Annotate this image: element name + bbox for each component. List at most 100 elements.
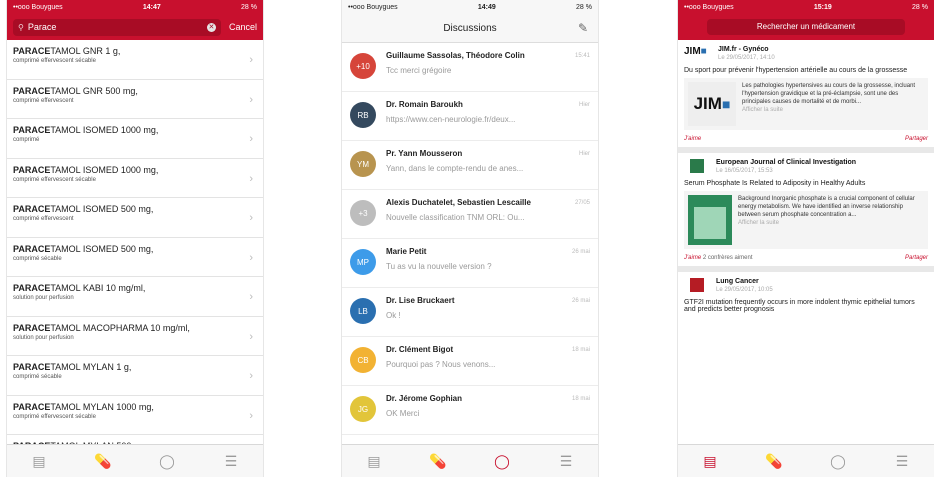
- drug-name-match: PARACE: [13, 362, 51, 372]
- card-date: Le 16/05/2017, 15:53: [716, 168, 773, 174]
- share-button[interactable]: Partager: [905, 255, 928, 261]
- card-source: European Journal of Clinical Investigati…: [716, 159, 857, 166]
- card-date: Le 29/05/2017, 14:10: [718, 55, 775, 61]
- show-more-link[interactable]: Afficher la suite: [738, 220, 779, 226]
- drug-result-row[interactable]: PARACETAMOL MYLAN 1000 mg, comprimé effer…: [7, 396, 263, 435]
- drug-name-match: PARACE: [13, 283, 51, 293]
- drug-name: PARACETAMOL ISOMED 500 mg,: [13, 204, 241, 214]
- card-source: Lung Cancer: [716, 278, 759, 285]
- conversation-time: 18 mai: [571, 396, 590, 402]
- card-source: JIM.fr - Gynéco: [718, 46, 769, 53]
- medication-icon[interactable]: 💊: [759, 453, 789, 470]
- card-date: Le 29/05/2017, 10:05: [716, 287, 773, 293]
- menu-icon[interactable]: ☰: [551, 453, 581, 470]
- conversation-preview: Tcc merci grégoire: [386, 66, 452, 75]
- conversation-row[interactable]: CB Dr. Clément Bigot Pourquoi pas ? Nous v…: [342, 337, 598, 386]
- clear-icon[interactable]: ✕: [206, 22, 216, 32]
- search-bar: Rechercher un médicament: [678, 14, 934, 40]
- drug-name: PARACETAMOL ISOMED 1000 mg,: [13, 165, 241, 175]
- compose-icon[interactable]: ✎: [578, 21, 588, 35]
- conversation-row[interactable]: JG Dr. Jérome Gophian OK Merci 18 mai: [342, 386, 598, 435]
- drug-result-row[interactable]: PARACETAMOL KABI 10 mg/ml, solution pour …: [7, 277, 263, 317]
- drug-name-rest: TAMOL MYLAN 1 g,: [50, 362, 132, 372]
- jim-logo: JIM■: [684, 46, 707, 57]
- conversation-time: 26 mai: [571, 249, 590, 255]
- drug-result-row[interactable]: PARACETAMOL ISOMED 500 mg, comprimé effer…: [7, 198, 263, 238]
- drug-name-match: PARACE: [13, 46, 51, 56]
- conversation-preview: https://www.cen-neurologie.fr/deux...: [386, 115, 516, 124]
- news-icon[interactable]: ▤: [359, 453, 389, 470]
- show-more-link[interactable]: Afficher la suite: [742, 107, 783, 113]
- news-card[interactable]: Lung Cancer Le 29/05/2017, 10:05 GTF2I m…: [678, 272, 934, 313]
- conversation-time: Hier: [578, 151, 590, 157]
- conversation-name: Dr. Clément Bigot: [386, 345, 454, 354]
- news-card[interactable]: European Journal of Clinical Investigati…: [678, 153, 934, 272]
- conversation-row[interactable]: YM Pr. Yann Mousseron Yann, dans le compte…: [342, 141, 598, 190]
- chat-icon[interactable]: ◯: [823, 453, 853, 470]
- chevron-right-icon: ›: [249, 370, 253, 382]
- chat-icon[interactable]: ◯: [152, 453, 182, 470]
- tab-bar: ▤ 💊 ◯ ☰: [678, 444, 934, 477]
- conversation-preview: Pourquoi pas ? Nous venons...: [386, 360, 496, 369]
- card-summary: Les pathologies hypertensives au cours d…: [742, 83, 916, 105]
- news-icon[interactable]: ▤: [695, 453, 725, 470]
- likes-count: 2 confrères aiment: [702, 255, 753, 261]
- conversation-time: 18 mai: [571, 347, 590, 353]
- drug-name-match: PARACE: [13, 204, 51, 214]
- conversation-name: Dr. Jérome Gophian: [386, 394, 463, 403]
- drug-name-rest: TAMOL ISOMED 1000 mg,: [50, 164, 159, 175]
- drug-name-rest: TAMOL GNR 1 g,: [50, 46, 121, 56]
- conversation-preview: Yann, dans le compte-rendu de anes...: [386, 164, 524, 173]
- avatar: RB: [350, 102, 376, 128]
- conversation-row[interactable]: +10 Guillaume Sassolas, Théodore Colin Tcc…: [342, 43, 598, 92]
- carrier: ••ooo Bouygues: [13, 3, 63, 11]
- drug-result-row[interactable]: PARACETAMOL ISOMED 500 mg, comprimé sécab…: [7, 238, 263, 277]
- chevron-right-icon: ›: [249, 54, 253, 66]
- drug-result-row[interactable]: PARACETAMOL MACOPHARMA 10 mg/ml, solution…: [7, 317, 263, 356]
- drug-form: comprimé sécable: [13, 255, 62, 262]
- news-icon[interactable]: ▤: [24, 453, 54, 470]
- drug-result-row[interactable]: PARACETAMOL GNR 1 g, comprimé effervescen…: [7, 40, 263, 80]
- drug-result-row[interactable]: PARACETAMOL ISOMED 1000 mg, comprimé ›: [7, 119, 263, 159]
- chevron-right-icon: ›: [249, 172, 253, 185]
- drug-result-row[interactable]: PARACETAMOL ISOMED 1000 mg, comprimé effe…: [7, 159, 263, 198]
- avatar: CB: [350, 347, 376, 373]
- search-input[interactable]: ⚲ Parace ✕: [13, 18, 221, 36]
- nav-bar: Discussions ✎: [342, 14, 598, 43]
- drug-form: comprimé effervescent: [13, 216, 74, 222]
- drug-name-match: PARACE: [13, 401, 51, 412]
- avatar: YM: [350, 151, 376, 177]
- carrier: ••ooo Bouygues: [348, 3, 398, 11]
- drug-form: comprimé: [13, 137, 40, 143]
- news-card[interactable]: JIM■ JIM.fr - Gynéco Le 29/05/2017, 14:1…: [678, 40, 934, 153]
- conversation-time: 27/05: [574, 200, 590, 206]
- status-bar: ••ooo Bouygues 14:49 28 %: [342, 0, 598, 14]
- share-button[interactable]: Partager: [905, 136, 928, 142]
- drug-form: solution pour perfusion: [13, 334, 74, 341]
- conversation-preview: Tu as vu la nouvelle version ?: [386, 262, 492, 271]
- drug-name-match: PARACE: [13, 125, 51, 135]
- drug-result-row[interactable]: PARACETAMOL GNR 500 mg, comprimé efferves…: [7, 80, 263, 119]
- drug-name: PARACETAMOL MYLAN 1000 mg,: [13, 402, 241, 412]
- conversation-name: Dr. Lise Bruckaert: [386, 296, 455, 305]
- menu-icon[interactable]: ☰: [216, 453, 246, 470]
- conversation-row[interactable]: RB Dr. Romain Baroukh https://www.cen-neur…: [342, 92, 598, 141]
- cancel-button[interactable]: Cancel: [229, 22, 257, 32]
- drug-form: solution pour perfusion: [13, 295, 74, 301]
- medication-icon[interactable]: 💊: [88, 453, 118, 470]
- conversation-preview: Nouvelle classification TNM ORL: Ou...: [386, 213, 525, 222]
- chat-icon[interactable]: ◯: [487, 453, 517, 470]
- conversation-row[interactable]: LB Dr. Lise Bruckaert Ok ! 26 mai: [342, 288, 598, 337]
- battery: 28 %: [912, 3, 928, 11]
- drug-name-match: PARACE: [13, 322, 51, 333]
- like-button[interactable]: J'aime: [684, 136, 701, 142]
- menu-icon[interactable]: ☰: [887, 453, 917, 470]
- conversation-row[interactable]: MP Marie Petit Tu as vu la nouvelle versio…: [342, 239, 598, 288]
- drug-result-row[interactable]: PARACETAMOL MYLAN 1 g, comprimé sécable ›: [7, 356, 263, 396]
- conversation-row[interactable]: +3 Alexis Duchatelet, Sebastien Lescaille…: [342, 190, 598, 239]
- search-medication-button[interactable]: Rechercher un médicament: [706, 19, 906, 35]
- drug-form: comprimé effervescent sécable: [13, 413, 96, 420]
- like-button[interactable]: J'aime 2 confrères aiment: [684, 255, 753, 261]
- medication-icon[interactable]: 💊: [423, 453, 453, 470]
- search-icon: ⚲: [18, 22, 24, 32]
